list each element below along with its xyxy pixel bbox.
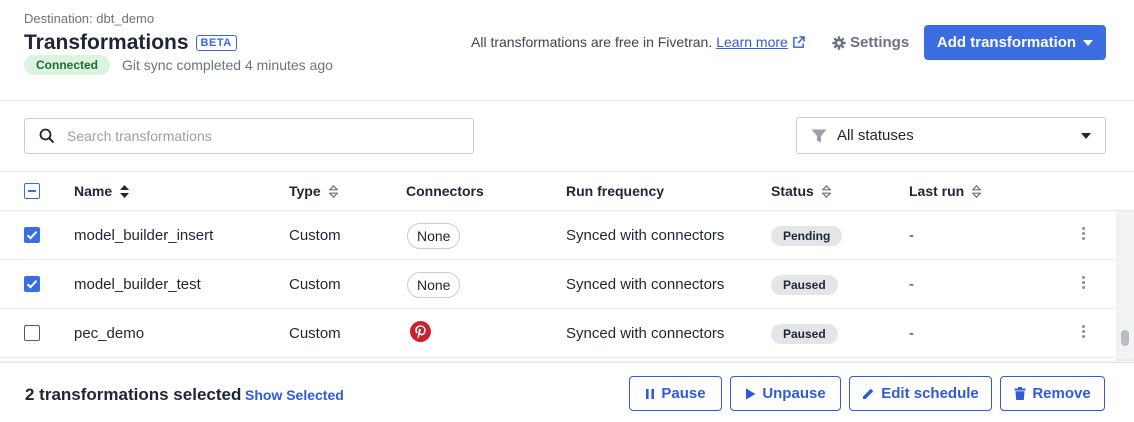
transformation-name[interactable]: model_builder_test — [74, 276, 201, 293]
run-frequency: Synced with connectors — [566, 325, 725, 342]
search-icon — [39, 128, 55, 144]
remove-label: Remove — [1032, 385, 1091, 402]
search-box[interactable] — [24, 118, 474, 154]
pause-icon — [646, 388, 655, 399]
destination-label: Destination: dbt_demo — [24, 11, 155, 26]
page-header: Destination: dbt_demo Transformations BE… — [0, 0, 1134, 101]
column-label: Run frequency — [566, 183, 665, 199]
status-badge: Pending — [771, 226, 843, 246]
transformation-type: Custom — [289, 276, 341, 293]
selection-action-bar: 2 transformations selected Show Selected… — [0, 362, 1134, 422]
settings-button[interactable]: Settings — [832, 34, 909, 51]
run-frequency: Synced with connectors — [566, 276, 725, 293]
sync-status-row: Connected Git sync completed 4 minutes a… — [24, 55, 333, 75]
sort-icon — [821, 184, 831, 198]
learn-more-link[interactable]: Learn more — [716, 34, 788, 50]
selected-count: 2 transformations selected — [25, 385, 242, 404]
column-label: Connectors — [406, 183, 484, 199]
settings-label: Settings — [850, 34, 910, 51]
table-scrollbar[interactable] — [1116, 211, 1134, 361]
filter-icon — [811, 129, 827, 142]
edit-schedule-label: Edit schedule — [881, 385, 979, 402]
row-menu-icon[interactable] — [1075, 225, 1091, 245]
page-title: Transformations — [24, 31, 189, 54]
show-selected-link[interactable]: Show Selected — [245, 387, 344, 403]
row-checkbox[interactable] — [24, 325, 40, 341]
table-row[interactable]: model_builder_insert Custom None Synced … — [0, 211, 1116, 260]
status-badge: Paused — [771, 324, 838, 344]
unpause-button[interactable]: Unpause — [730, 376, 841, 411]
add-transformation-label: Add transformation — [936, 34, 1077, 51]
transformation-type: Custom — [289, 325, 341, 342]
column-name-header[interactable]: Name — [74, 183, 130, 199]
column-run-frequency-header: Run frequency — [566, 183, 664, 199]
connector-none-pill: None — [407, 223, 461, 249]
git-sync-status: Git sync completed 4 minutes ago — [122, 57, 333, 73]
table-row[interactable]: pec_demo Custom Synced with connectors P… — [0, 309, 1116, 358]
pause-label: Pause — [661, 385, 706, 402]
row-menu-icon[interactable] — [1075, 323, 1091, 343]
play-icon — [746, 388, 756, 399]
free-note-text: All transformations are free in Fivetran… — [471, 34, 713, 50]
title-row: Transformations BETA — [24, 31, 237, 55]
row-menu-icon[interactable] — [1075, 274, 1091, 294]
sort-icon — [972, 184, 982, 198]
trash-icon — [1014, 387, 1026, 400]
column-label: Status — [771, 183, 814, 199]
last-run: - — [909, 276, 914, 293]
beta-badge: BETA — [195, 35, 237, 51]
transformation-name[interactable]: pec_demo — [74, 325, 144, 342]
check-icon — [26, 280, 38, 289]
transformation-name[interactable]: model_builder_insert — [74, 227, 213, 244]
gear-icon — [832, 35, 846, 50]
external-link-icon[interactable] — [792, 35, 805, 49]
status-filter-value: All statuses — [837, 127, 914, 144]
pinterest-icon — [410, 321, 431, 342]
check-icon — [26, 231, 38, 240]
free-note: All transformations are free in Fivetran… — [471, 34, 805, 50]
unpause-label: Unpause — [762, 385, 826, 402]
chevron-down-icon — [1083, 39, 1094, 46]
column-status-header[interactable]: Status — [771, 183, 831, 199]
transformation-type: Custom — [289, 227, 341, 244]
column-label: Last run — [909, 183, 965, 199]
search-input[interactable] — [67, 128, 427, 144]
last-run: - — [909, 325, 914, 342]
add-transformation-button[interactable]: Add transformation — [924, 25, 1106, 60]
column-type-header[interactable]: Type — [289, 183, 338, 199]
remove-button[interactable]: Remove — [1000, 376, 1105, 411]
row-checkbox[interactable] — [24, 227, 40, 243]
chevron-down-icon — [1081, 133, 1091, 139]
scrollbar-thumb[interactable] — [1121, 330, 1129, 346]
pencil-icon — [863, 388, 874, 399]
column-connectors-header: Connectors — [406, 183, 484, 199]
table-row[interactable]: model_builder_test Custom None Synced wi… — [0, 260, 1116, 309]
connector-none-pill: None — [407, 272, 461, 298]
run-frequency: Synced with connectors — [566, 227, 725, 244]
select-all-checkbox[interactable] — [24, 183, 40, 199]
edit-schedule-button[interactable]: Edit schedule — [849, 376, 992, 411]
row-checkbox[interactable] — [24, 276, 40, 292]
column-label: Name — [74, 183, 113, 199]
status-filter-dropdown[interactable]: All statuses — [796, 117, 1106, 154]
column-label: Type — [289, 183, 321, 199]
sort-icon — [328, 184, 338, 198]
status-badge: Paused — [771, 275, 838, 295]
pause-button[interactable]: Pause — [629, 376, 722, 411]
sort-icon — [120, 184, 130, 198]
column-last-run-header[interactable]: Last run — [909, 183, 982, 199]
last-run: - — [909, 227, 914, 244]
connected-badge: Connected — [24, 55, 111, 75]
table-header: Name Type Connectors Run frequency Statu… — [0, 171, 1134, 211]
